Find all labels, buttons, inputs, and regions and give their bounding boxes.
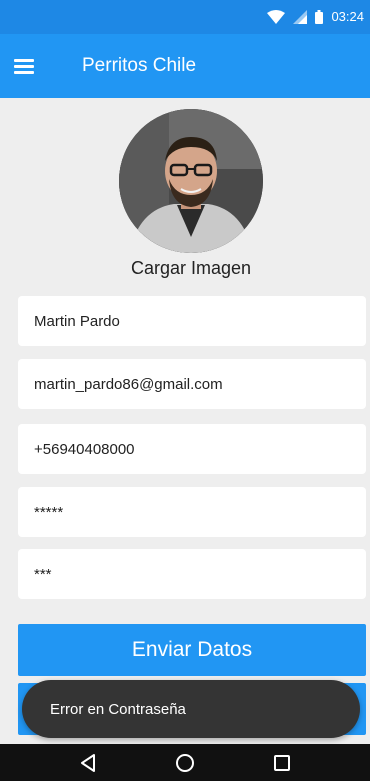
wifi-icon [267,9,286,24]
recents-button[interactable] [262,744,302,781]
status-time: 03:24 [331,9,364,24]
navigation-bar [0,744,370,781]
app-title: Perritos Chile [82,55,197,76]
status-bar: 03:24 [0,0,370,34]
phone-input[interactable] [18,424,366,474]
password-confirm-field[interactable] [18,549,366,599]
password-input[interactable] [18,487,366,537]
error-toast: Error en Contraseña [22,680,360,738]
toast-message: Error en Contraseña [50,700,186,718]
menu-button[interactable] [14,42,62,90]
upload-image-label[interactable]: Cargar Imagen [0,258,370,279]
email-input[interactable] [18,359,366,409]
menu-icon [14,56,34,77]
phone-field[interactable] [18,424,366,474]
email-field[interactable] [18,359,366,409]
status-icons: 03:24 [267,9,364,24]
password-field[interactable] [18,487,366,537]
profile-photo [119,109,263,253]
signal-icon [293,9,308,24]
back-icon [81,753,96,772]
profile-avatar[interactable] [119,109,263,253]
password-confirm-input[interactable] [18,549,366,599]
name-input[interactable] [18,296,366,346]
home-button[interactable] [165,744,205,781]
back-button[interactable] [68,744,108,781]
name-field[interactable] [18,296,366,346]
app-bar: Perritos Chile [0,34,370,98]
recents-icon [273,754,290,771]
submit-button[interactable]: Enviar Datos [18,624,366,676]
home-icon [175,753,194,772]
battery-icon [315,9,324,24]
